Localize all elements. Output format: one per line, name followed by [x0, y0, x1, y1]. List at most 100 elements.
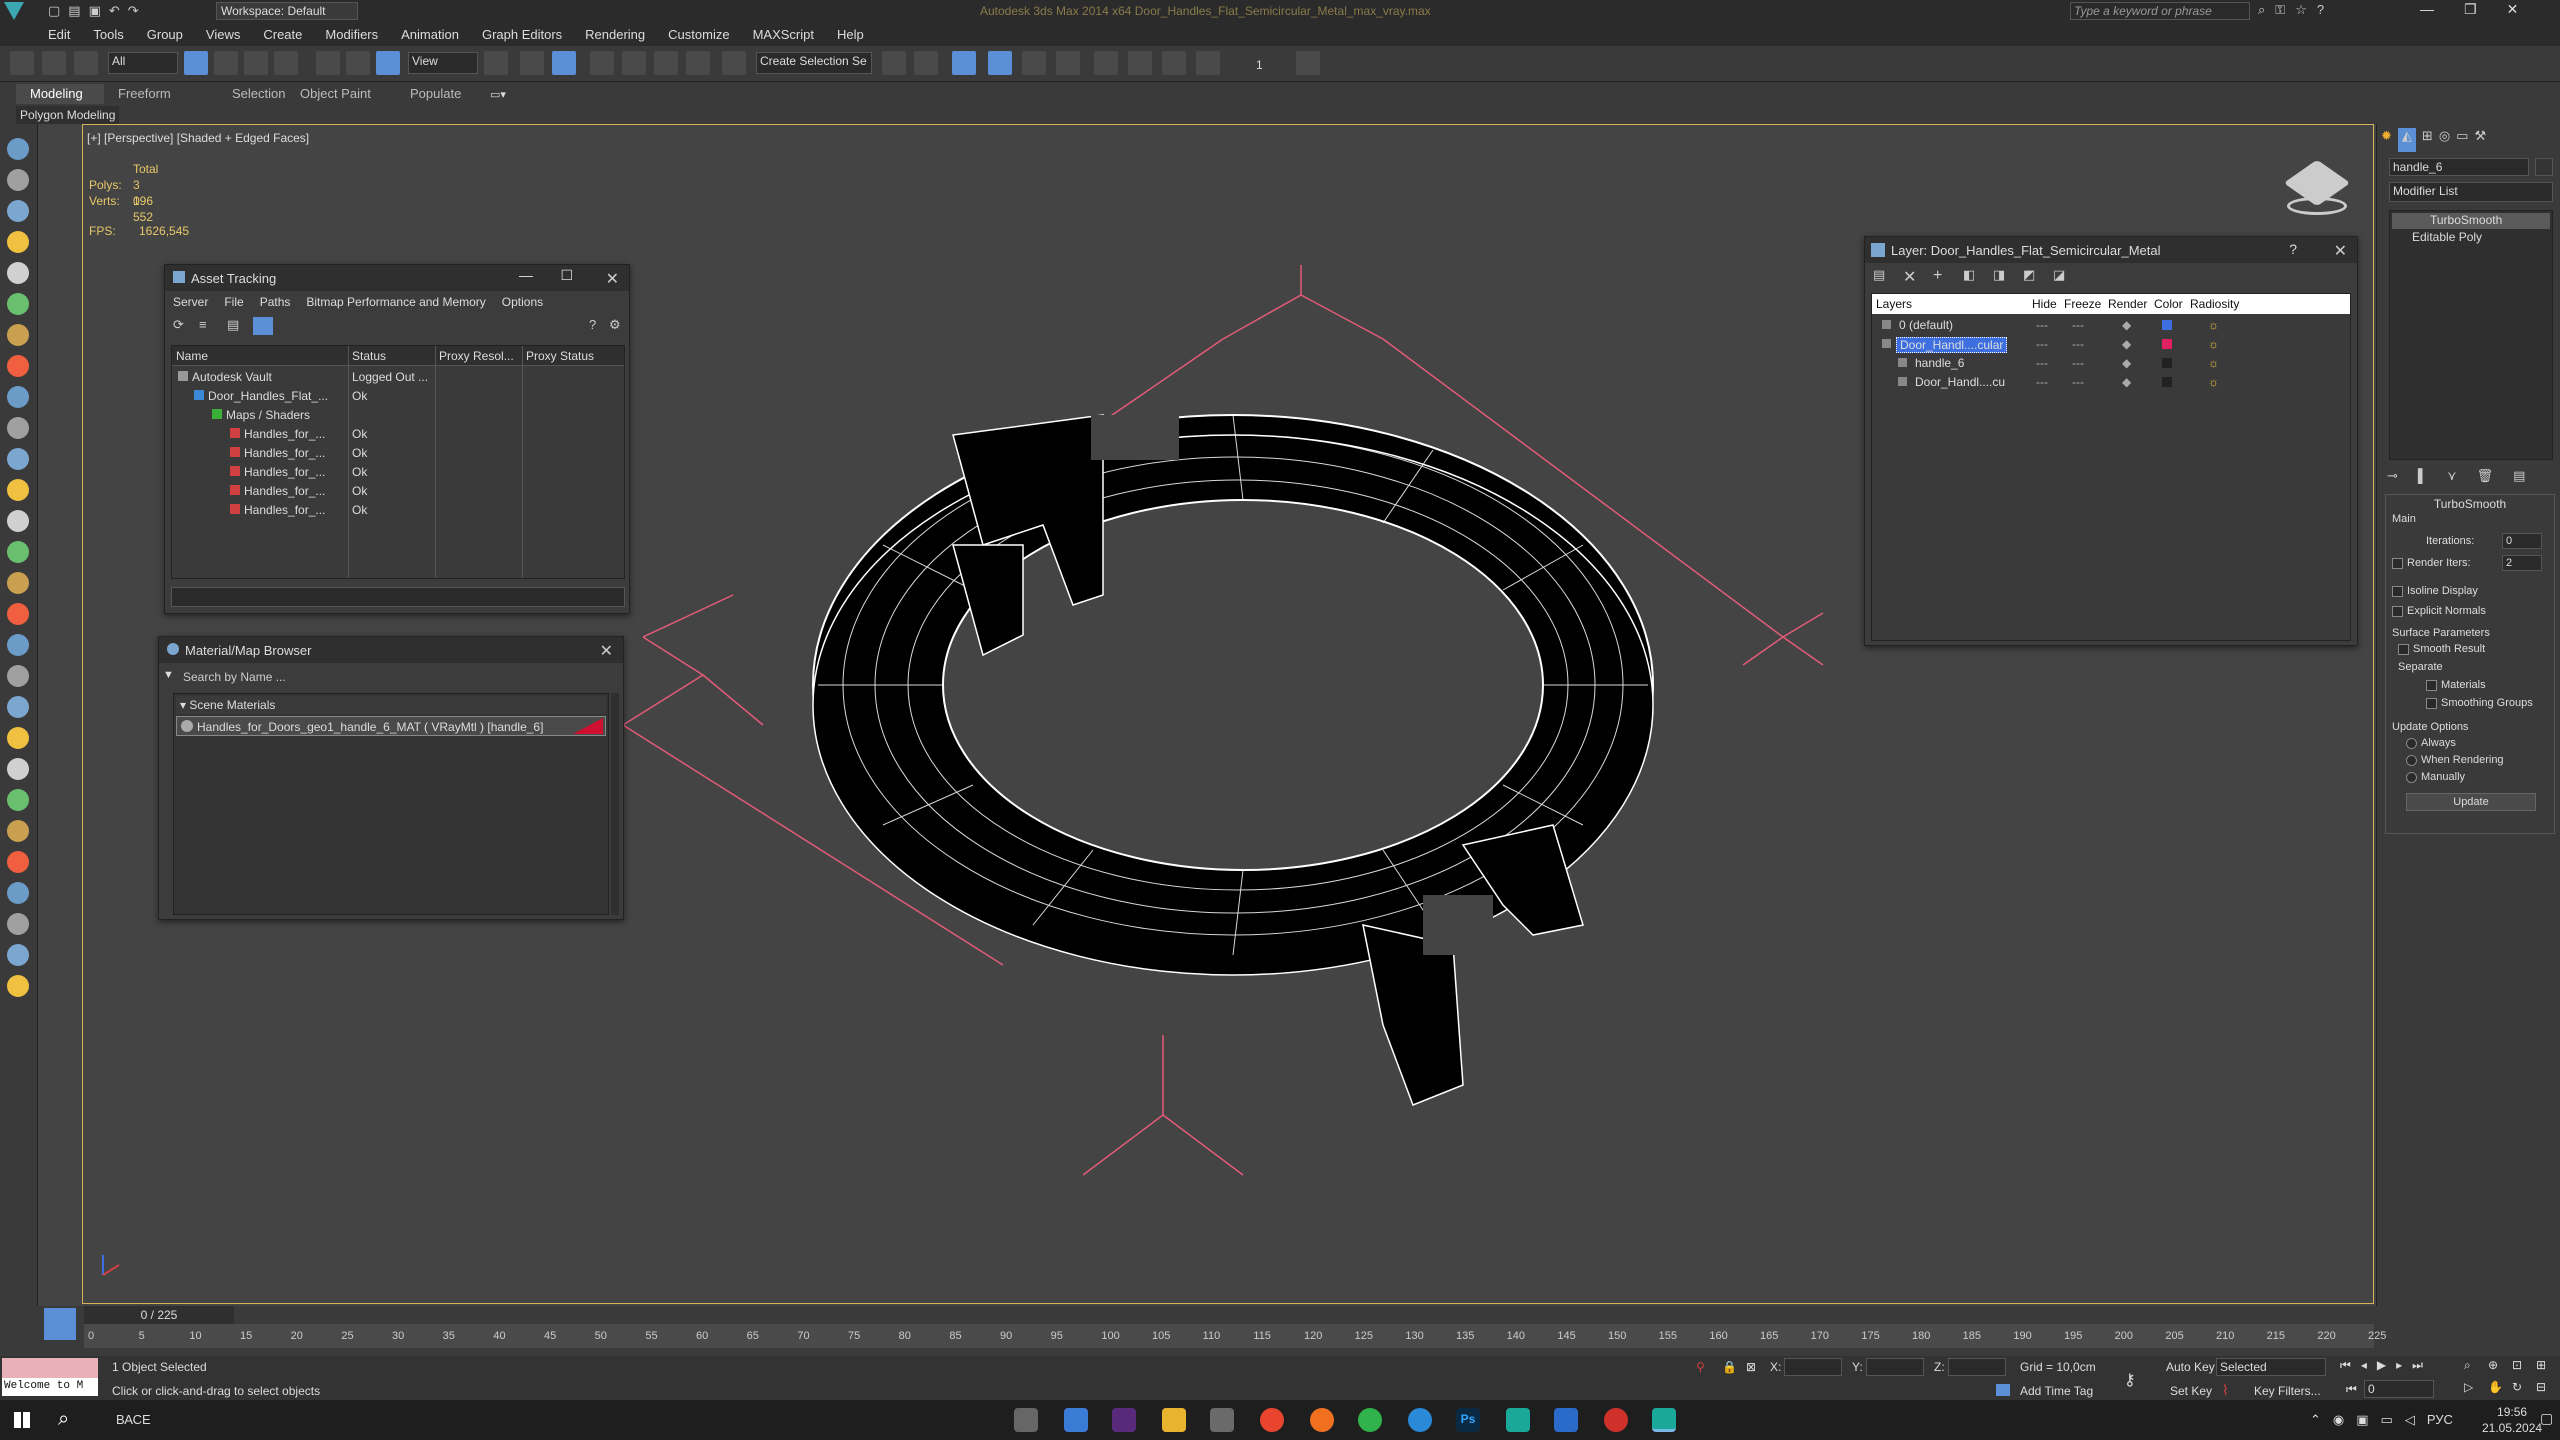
taskbar-app-icon[interactable]	[1310, 1408, 1334, 1432]
asset-menu-item[interactable]: File	[224, 295, 243, 313]
time-config-icon[interactable]	[44, 1308, 76, 1340]
material-map-browser[interactable]: Material/Map Browser ✕ ▼ Search by Name …	[158, 636, 624, 920]
folder-icon[interactable]	[1162, 1408, 1186, 1432]
select-link-icon[interactable]	[10, 51, 34, 75]
open-file-icon[interactable]: ▤	[68, 3, 80, 19]
menu-item[interactable]: Graph Editors	[482, 27, 562, 42]
viewcube[interactable]	[2283, 159, 2353, 221]
create-icon[interactable]	[7, 138, 29, 160]
task-view-icon[interactable]	[1014, 1408, 1038, 1432]
radiosity-icon[interactable]: ☼	[2208, 318, 2219, 332]
z-coordinate-field[interactable]	[1948, 1358, 2006, 1376]
table-view-icon[interactable]	[253, 317, 273, 335]
pan-icon[interactable]: ✋	[2488, 1380, 2510, 1399]
lights-icon[interactable]	[7, 231, 29, 253]
next-frame-icon[interactable]: ▸	[2396, 1358, 2402, 1376]
col-status[interactable]: Status	[352, 349, 386, 363]
environment-icon[interactable]	[7, 851, 29, 873]
start-icon[interactable]	[14, 1412, 30, 1428]
ribbon-tab[interactable]: Populate	[410, 86, 461, 101]
menu-item[interactable]: Customize	[668, 27, 729, 42]
isoline-checkbox[interactable]	[2392, 585, 2403, 597]
spacewarps-icon[interactable]	[7, 324, 29, 346]
rotate-icon[interactable]	[346, 51, 370, 75]
asset-row[interactable]: Handles_for_... Ok	[172, 444, 624, 463]
scene-materials-group[interactable]: ▾ Scene Materials	[176, 696, 606, 714]
menu-item[interactable]: Group	[147, 27, 183, 42]
minimize-icon[interactable]: —	[519, 267, 533, 283]
render-iters-spinner[interactable]: 2	[2502, 555, 2542, 571]
ribbon-tab[interactable]: Object Paint	[300, 86, 371, 101]
key-icon[interactable]: ⚿	[2275, 2, 2285, 18]
add-to-layer-icon[interactable]: +	[1933, 267, 1942, 285]
select-by-name-icon[interactable]	[214, 51, 238, 75]
photoshop-icon[interactable]: Ps	[1456, 1408, 1480, 1432]
calculator-icon[interactable]	[1210, 1408, 1234, 1432]
zoom-all-icon[interactable]: ⊕	[2488, 1358, 2510, 1378]
materials-checkbox[interactable]	[2426, 679, 2437, 691]
modifier-list-dropdown[interactable]: Modifier List	[2389, 182, 2553, 202]
ribbon-tab[interactable]: Freeform	[118, 86, 171, 101]
render-toggle-icon[interactable]: ◆	[2122, 337, 2131, 351]
col-proxy-status[interactable]: Proxy Status	[526, 349, 594, 363]
asset-menu-item[interactable]: Options	[502, 295, 543, 313]
material-item[interactable]: Handles_for_Doors_geo1_handle_6_MAT ( VR…	[176, 716, 606, 736]
redo-icon[interactable]: ↷	[128, 3, 139, 19]
ribbon-tab[interactable]: Selection	[232, 86, 285, 101]
window-crossing-icon[interactable]	[274, 51, 298, 75]
menu-item[interactable]: MAXScript	[753, 27, 814, 42]
object-name-field[interactable]: handle_6	[2389, 158, 2529, 176]
play-icon[interactable]: ▶	[2377, 1358, 2386, 1376]
render-toggle-icon[interactable]: ◆	[2122, 375, 2131, 389]
always-radio[interactable]	[2406, 737, 2417, 749]
layer-row[interactable]: 0 (default) --- --- ◆ ☼	[1872, 316, 2350, 335]
percent-snap-icon[interactable]	[654, 51, 678, 75]
stack-item-turbosmooth[interactable]: TurboSmooth	[2392, 213, 2550, 229]
asset-row[interactable]: Handles_for_... Ok	[172, 463, 624, 482]
shapes-icon[interactable]	[7, 200, 29, 222]
3ds-max-icon[interactable]	[1506, 1408, 1530, 1432]
render-toggle-icon[interactable]: ◆	[2122, 356, 2131, 370]
utilities-tab-icon[interactable]: ⚒	[2474, 128, 2486, 152]
isolate-icon[interactable]: ⚲	[1696, 1360, 1705, 1374]
hide-toggle-icon[interactable]: ---	[2036, 318, 2048, 332]
minimize-icon[interactable]: —	[2420, 1, 2434, 18]
network-icon[interactable]: ▭	[2381, 1412, 2393, 1428]
unlink-icon[interactable]	[42, 51, 66, 75]
hide-toggle-icon[interactable]: ---	[2036, 375, 2048, 389]
telegram-icon[interactable]	[1408, 1408, 1432, 1432]
move-icon[interactable]	[316, 51, 340, 75]
highlight-layer-icon[interactable]: ◨	[1993, 267, 2005, 283]
make-unique-icon[interactable]: ⋎	[2447, 468, 2457, 486]
select-object-icon[interactable]	[184, 51, 208, 75]
scatter-icon[interactable]	[7, 758, 29, 780]
add-time-tag[interactable]: Add Time Tag	[2020, 1384, 2093, 1398]
col-color[interactable]: Color	[2154, 297, 2183, 311]
zoom-extents-all-icon[interactable]: ⊞	[2536, 1358, 2558, 1378]
motion-tab-icon[interactable]: ◎	[2439, 128, 2450, 152]
chrome-icon[interactable]	[1260, 1408, 1284, 1432]
geometry-icon[interactable]	[7, 169, 29, 191]
menu-item[interactable]: Edit	[48, 27, 70, 42]
close-icon[interactable]: ✕	[2334, 241, 2347, 261]
material-browser-titlebar[interactable]: Material/Map Browser ✕	[159, 637, 623, 663]
asset-row[interactable]: Handles_for_... Ok	[172, 425, 624, 444]
radiosity-icon[interactable]: ☼	[2208, 375, 2219, 389]
close-icon[interactable]: ✕	[606, 269, 619, 289]
key-mode-icon[interactable]: ⌇	[2222, 1382, 2229, 1399]
when-rendering-radio[interactable]	[2406, 754, 2417, 766]
col-hide[interactable]: Hide	[2032, 297, 2057, 311]
smooth-result-checkbox[interactable]	[2398, 643, 2409, 655]
helpers-icon[interactable]	[7, 293, 29, 315]
systems-icon[interactable]	[7, 355, 29, 377]
vray-proxy-icon[interactable]	[7, 696, 29, 718]
graphite-toolset-icon[interactable]	[988, 51, 1012, 75]
ribbon-tab[interactable]: Modeling	[30, 86, 83, 101]
vray-sphere-icon[interactable]	[7, 727, 29, 749]
mirror-icon[interactable]	[882, 51, 906, 75]
selection-filter-dropdown[interactable]: All	[108, 52, 178, 74]
lock-selection-icon[interactable]: 🔒	[1722, 1360, 1737, 1374]
col-radiosity[interactable]: Radiosity	[2190, 297, 2239, 311]
tray-app-icon[interactable]: ◉	[2333, 1412, 2344, 1428]
freeze-toggle-icon[interactable]: ---	[2072, 375, 2084, 389]
